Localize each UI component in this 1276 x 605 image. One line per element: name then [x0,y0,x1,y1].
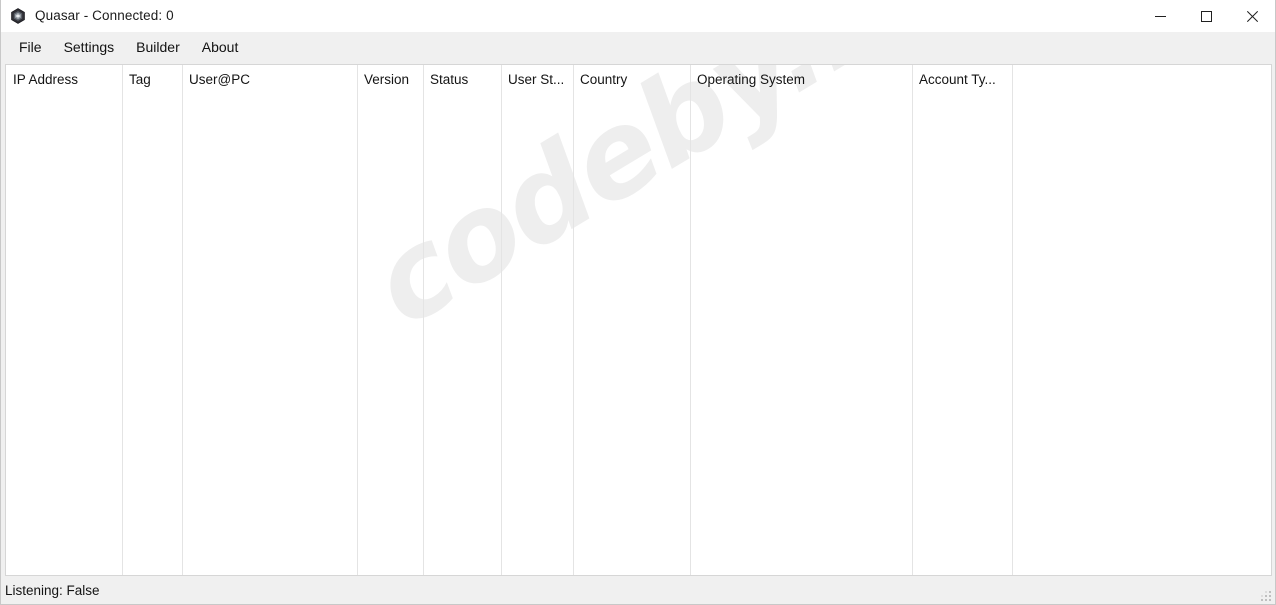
watermark-text: codeby.net [348,65,1030,354]
maximize-icon [1200,10,1212,22]
quasar-hexagon-icon [11,8,25,24]
minimize-button[interactable] [1137,0,1183,32]
column-separator[interactable] [122,65,123,575]
column-separator[interactable] [423,65,424,575]
window-title: Quasar - Connected: 0 [35,8,174,24]
column-header-label: Status [430,72,469,87]
watermark: codeby.net [6,65,1271,575]
column-separator[interactable] [690,65,691,575]
column-separator[interactable] [501,65,502,575]
column-header-label: Tag [129,72,151,87]
column-header[interactable]: Version [357,65,423,94]
menu-item-about[interactable]: About [191,36,250,59]
column-header[interactable]: Operating System [690,65,912,94]
grid-container: codeby.net IP Address Tag User@PC Version St… [1,62,1275,578]
menu-item-builder[interactable]: Builder [125,36,191,59]
menu-item-settings[interactable]: Settings [53,36,126,59]
quasar-main-window: Quasar - Connected: 0 File Settings Buil… [0,0,1276,605]
column-header-label: IP Address [13,72,79,87]
column-header-label: Operating System [697,72,806,87]
column-header-label: Version [364,72,410,87]
status-bar: Listening: False [1,578,1275,604]
status-listening-text: Listening: False [5,583,100,599]
window-controls [1137,0,1275,32]
column-header[interactable]: Tag [122,65,182,94]
column-header[interactable]: User@PC [182,65,357,94]
column-separator[interactable] [182,65,183,575]
clients-table[interactable]: codeby.net IP Address Tag User@PC Version St… [5,64,1272,576]
column-separator[interactable] [573,65,574,575]
column-header[interactable] [1012,65,1271,94]
column-separator[interactable] [912,65,913,575]
column-header-label: User@PC [189,72,250,87]
column-header[interactable]: User St... [501,65,573,94]
column-separator[interactable] [357,65,358,575]
column-header-label: Account Ty... [919,72,996,87]
column-header[interactable]: Account Ty... [912,65,1012,94]
close-icon [1246,10,1258,22]
close-button[interactable] [1229,0,1275,32]
table-header-row: IP Address Tag User@PC Version Status User St… [6,65,1271,94]
title-bar: Quasar - Connected: 0 [1,0,1275,32]
column-separator[interactable] [1012,65,1013,575]
resize-grip-icon[interactable] [1259,589,1273,603]
column-header-label: User St... [508,72,565,87]
maximize-button[interactable] [1183,0,1229,32]
column-header[interactable]: IP Address [6,65,122,94]
column-header[interactable]: Country [573,65,690,94]
column-header-label: Country [580,72,628,87]
menu-bar: File Settings Builder About [1,32,1275,62]
column-header[interactable]: Status [423,65,501,94]
menu-item-file[interactable]: File [8,36,53,59]
minimize-icon [1154,15,1166,17]
